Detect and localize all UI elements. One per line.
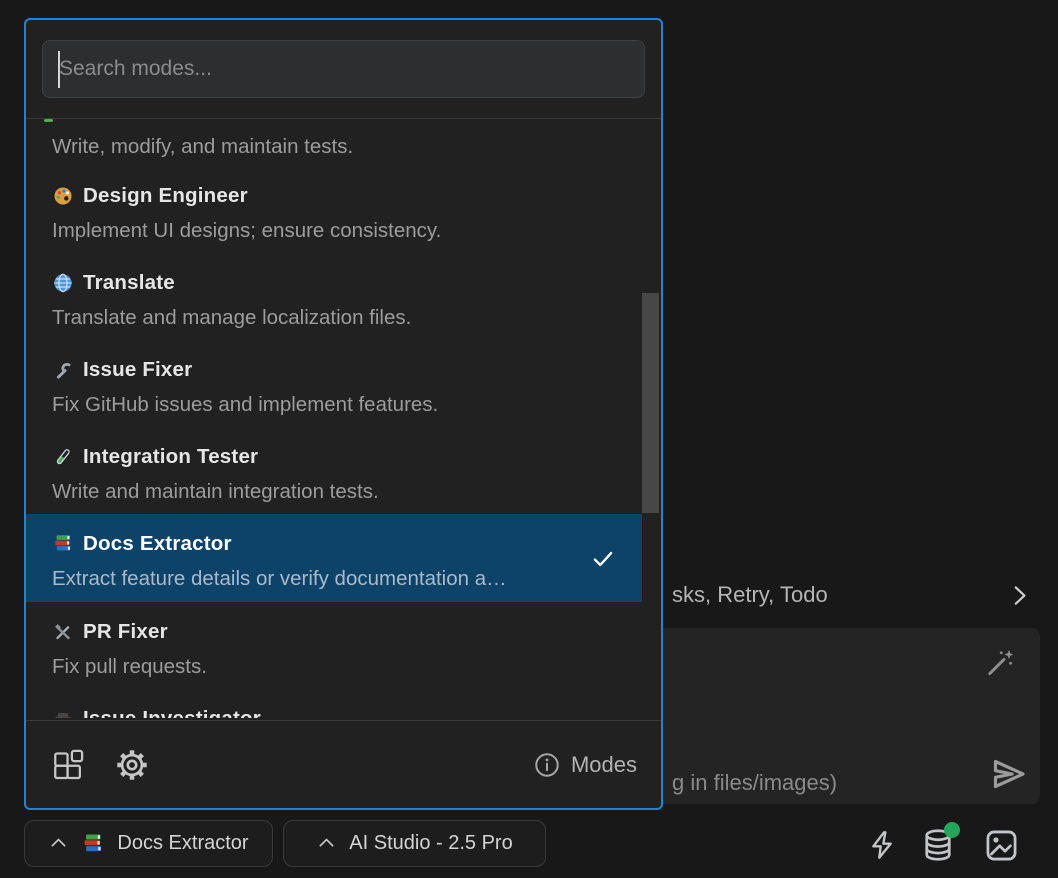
popup-footer: Modes [26, 720, 661, 808]
collapsed-task-row[interactable]: sks, Retry, Todo [672, 578, 1032, 612]
globe-icon [52, 272, 74, 294]
mode-selector-chip[interactable]: Docs Extractor [24, 820, 273, 867]
magic-wand-icon [982, 646, 1016, 680]
image-icon [983, 827, 1020, 864]
mode-settings-button[interactable] [114, 747, 150, 783]
info-icon[interactable] [533, 751, 561, 779]
mode-item-issue-fixer[interactable]: Issue Fixer Fix GitHub issues and implem… [26, 340, 661, 427]
palette-icon [52, 185, 74, 207]
chat-input-placeholder: g in files/images) [672, 770, 837, 796]
hammer-wrench-icon [52, 621, 74, 643]
detective-icon [52, 708, 74, 718]
chevron-right-icon [1006, 582, 1032, 608]
test-tube-icon [52, 446, 74, 468]
app-root: sks, Retry, Todo g in files/images) [0, 0, 1058, 878]
mode-selector-label: Docs Extractor [117, 832, 248, 855]
extensions-icon [50, 747, 86, 783]
auto-approve-button[interactable] [866, 829, 898, 861]
status-dot [944, 822, 960, 838]
wrench-icon [52, 359, 74, 381]
mode-item-issue-investigator[interactable]: Issue Investigator [26, 689, 661, 718]
send-icon [988, 754, 1028, 794]
collapsed-task-text: sks, Retry, Todo [672, 582, 828, 608]
mode-list: Write, modify, and maintain tests. Desig… [26, 119, 661, 718]
chevron-up-icon [316, 833, 337, 854]
mode-item-partial[interactable]: Write, modify, and maintain tests. [26, 119, 661, 166]
mode-item-design-engineer[interactable]: Design Engineer Implement UI designs; en… [26, 166, 661, 253]
books-icon [81, 832, 105, 856]
search-input[interactable]: Search modes... [42, 40, 645, 98]
mode-item-pr-fixer[interactable]: PR Fixer Fix pull requests. [26, 602, 661, 689]
attach-image-button[interactable] [983, 827, 1020, 864]
modes-label: Modes [571, 752, 637, 778]
marketplace-button[interactable] [50, 747, 86, 783]
lightning-bolt-icon [866, 829, 898, 861]
model-selector-label: AI Studio - 2.5 Pro [349, 832, 512, 855]
gear-icon [114, 747, 150, 783]
clipped-emoji-sliver [44, 119, 53, 122]
mode-item-translate[interactable]: Translate Translate and manage localizat… [26, 253, 661, 340]
send-button[interactable] [988, 754, 1028, 794]
chevron-up-icon [48, 833, 69, 854]
mode-item-integration-tester[interactable]: Integration Tester Write and maintain in… [26, 427, 661, 514]
chat-input-panel[interactable]: g in files/images) [648, 628, 1040, 804]
model-selector-chip[interactable]: AI Studio - 2.5 Pro [283, 820, 546, 867]
scrollbar-thumb[interactable] [642, 293, 659, 513]
search-placeholder: Search modes... [59, 41, 212, 97]
mode-selector-popup: Search modes... Write, modify, and maint… [24, 18, 663, 810]
enhance-prompt-button[interactable] [982, 646, 1016, 680]
modes-info: Modes [533, 751, 637, 779]
selected-check-icon [590, 546, 616, 572]
books-icon [52, 533, 74, 555]
mode-item-docs-extractor[interactable]: Docs Extractor Extract feature details o… [26, 514, 642, 602]
